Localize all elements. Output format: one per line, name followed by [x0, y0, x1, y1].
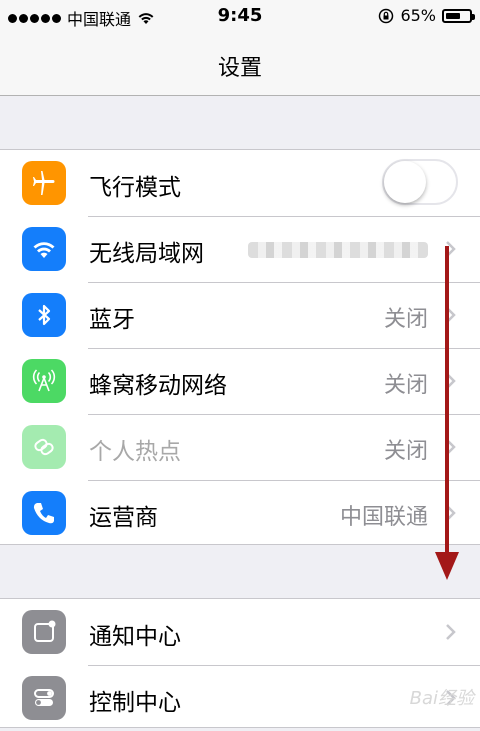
row-label: 无线局域网 [89, 241, 204, 267]
row-label: 运营商 [89, 505, 158, 531]
wifi-icon [22, 227, 66, 271]
settings-row-personal-hotspot[interactable]: 个人热点 关闭 [0, 414, 480, 480]
settings-row-control-center[interactable]: 控制中心 [0, 665, 480, 731]
cellular-icon [22, 359, 66, 403]
settings-row-notification-center[interactable]: 通知中心 [0, 599, 480, 665]
settings-row-cellular[interactable]: 蜂窝移动网络 关闭 [0, 348, 480, 414]
battery-fill [446, 12, 460, 19]
phone-icon [22, 491, 66, 535]
airplane-icon [22, 161, 66, 205]
battery-icon [442, 8, 475, 23]
page-title: 设置 [217, 56, 262, 81]
row-value: 关闭 [383, 439, 428, 464]
hotspot-icon [22, 425, 66, 469]
navigation-bar: 设置 [0, 32, 480, 96]
row-label: 通知中心 [89, 624, 181, 650]
bluetooth-icon [22, 293, 66, 337]
battery-percent: 65% [400, 6, 436, 25]
obscured-wifi-name [248, 242, 428, 258]
row-label: 个人热点 [89, 439, 181, 465]
settings-group-system: 通知中心 控制中心 [0, 598, 480, 728]
row-label: 控制中心 [89, 690, 181, 716]
row-label: 蜂窝移动网络 [89, 373, 227, 399]
settings-row-bluetooth[interactable]: 蓝牙 关闭 [0, 282, 480, 348]
airplane-mode-toggle[interactable] [382, 159, 458, 205]
scroll-down-arrow-annotation [435, 246, 459, 580]
settings-row-carrier[interactable]: 运营商 中国联通 [0, 480, 480, 546]
watermark: Bai经验 [409, 688, 474, 709]
settings-row-airplane-mode[interactable]: 飞行模式 [0, 150, 480, 216]
orientation-lock-icon [379, 8, 394, 23]
row-value: 关闭 [383, 373, 428, 398]
settings-row-wifi[interactable]: 无线局域网 [0, 216, 480, 282]
row-label: 飞行模式 [89, 175, 181, 201]
status-bar: 中国联通 9:45 65% [0, 0, 480, 32]
row-value: 中国联通 [339, 505, 428, 530]
control-center-icon [22, 676, 66, 720]
row-label: 蓝牙 [89, 307, 135, 333]
row-value: 关闭 [383, 307, 428, 332]
status-right: 65% [378, 6, 475, 25]
chevron-right-icon [446, 624, 456, 640]
notification-center-icon [22, 610, 66, 654]
toggle-knob [384, 161, 426, 203]
settings-group-connectivity: 飞行模式 无线局域网 蓝牙 关闭 蜂窝移动网络 关闭 个人热点 关闭 运营商 中… [0, 149, 480, 545]
